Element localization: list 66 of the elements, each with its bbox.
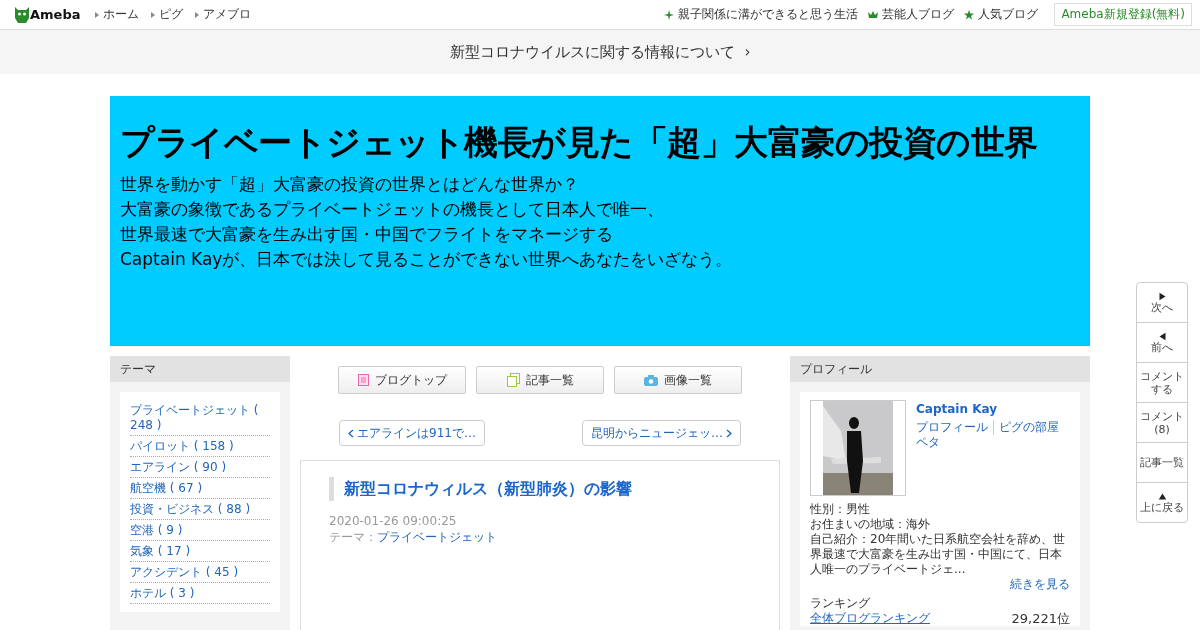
profile-intro: 自己紹介：20年間いた日系航空会社を辞め、世界最速で大富豪を生み出す国・中国にて、日本人唯一のプライベートジェ... (810, 532, 1067, 577)
top-link[interactable]: 芸能人ブログ (868, 6, 955, 23)
logo-icon (14, 5, 30, 24)
star-icon (964, 9, 975, 20)
theme-link[interactable]: ホテル ( 3 ) (130, 583, 270, 604)
blog-nav-button[interactable]: 画像一覧 (614, 366, 742, 394)
sparkle-icon (664, 9, 675, 20)
theme-link[interactable]: プライベートジェット ( 248 ) (130, 400, 270, 436)
article-title[interactable]: 新型コロナウィルス（新型肺炎）の影響 (329, 477, 751, 501)
logo-text[interactable]: Ameba (30, 7, 81, 22)
read-more-link[interactable]: 続きを見る (1010, 577, 1070, 592)
profile-gender: 性別：男性 (810, 502, 871, 517)
nav-link[interactable]: ピグ (150, 6, 183, 23)
profile-link[interactable]: ピグの部屋 (993, 420, 1059, 435)
side-nav-button[interactable]: 上に戻る (1137, 483, 1187, 522)
blog-nav-button[interactable]: 記事一覧 (476, 366, 604, 394)
pages-icon (506, 373, 520, 387)
top-link[interactable]: 人気ブログ (964, 6, 1039, 23)
ranking-heading: ランキング (810, 596, 871, 611)
blog-description: Captain Kayが、日本では決して見ることができない世界へあなたをいざなう。 (120, 248, 734, 271)
side-nav-button[interactable]: 記事一覧 (1137, 443, 1187, 483)
blog-nav-button[interactable]: ブログトップ (338, 366, 466, 394)
chevron-left-icon (348, 428, 354, 438)
side-nav-button[interactable]: 次へ (1137, 283, 1187, 323)
blog-description: 世界最速で大富豪を生み出す国・中国でフライトをマネージする (120, 223, 614, 246)
article-date: 2020-01-26 09:00:25 (329, 513, 458, 529)
right-triangle-icon (1157, 291, 1167, 301)
camera-icon (644, 374, 658, 386)
nav-link[interactable]: ホーム (94, 6, 139, 23)
side-nav-button[interactable]: コメント(8) (1137, 403, 1187, 443)
chevron-right-icon (726, 428, 732, 438)
profile-name[interactable]: Captain Kay (916, 402, 1059, 417)
ranking-value: 29,221位 (1011, 611, 1070, 626)
document-icon (357, 374, 369, 386)
theme-link[interactable]: エアライン ( 90 ) (130, 457, 270, 478)
theme-link[interactable]: 空港 ( 9 ) (130, 520, 270, 541)
profile-link[interactable]: ペタ (916, 435, 940, 449)
signup-button[interactable]: Ameba新規登録(無料) (1054, 3, 1192, 26)
theme-label: テーマ： (329, 530, 377, 544)
blog-description: 大富豪の象徴であるプライベートジェットの機長として日本人で唯一、 (120, 198, 665, 221)
blog-description: 世界を動かす「超」大富豪の投資の世界とはどんな世界か？ (120, 173, 580, 196)
nav-link[interactable]: アメブロ (194, 6, 251, 23)
top-link[interactable]: 親子関係に溝ができると思う生活 (664, 6, 859, 23)
profile-region: お住まいの地域：海外 (810, 517, 931, 532)
article-theme-link[interactable]: プライベートジェット (377, 530, 497, 544)
triangle-icon (150, 11, 155, 18)
triangle-icon (94, 11, 99, 18)
side-nav-button[interactable]: コメントする (1137, 363, 1187, 403)
theme-link[interactable]: 気象 ( 17 ) (130, 541, 270, 562)
notice-link[interactable]: 新型コロナウイルスに関する情報について › (0, 30, 1200, 74)
theme-link[interactable]: パイロット ( 158 ) (130, 436, 270, 457)
panel-heading: プロフィール (790, 356, 1090, 382)
blog-title: プライベートジェット機長が見た「超」大富豪の投資の世界 (120, 121, 1039, 164)
side-nav-button[interactable]: 前へ (1137, 323, 1187, 363)
up-triangle-icon (1157, 491, 1167, 501)
theme-link[interactable]: 航空機 ( 67 ) (130, 478, 270, 499)
profile-link[interactable]: プロフィール (916, 420, 988, 435)
theme-link[interactable]: アクシデント ( 45 ) (130, 562, 270, 583)
theme-link[interactable]: 投資・ビジネス ( 88 ) (130, 499, 270, 520)
ranking-link[interactable]: 全体ブログランキング (810, 611, 930, 626)
panel-heading: テーマ (110, 356, 290, 382)
next-entry-link[interactable]: 昆明からニュージェッ… (582, 420, 741, 446)
crown-icon (868, 10, 879, 19)
prev-entry-link[interactable]: エアラインは911で… (339, 420, 485, 446)
left-triangle-icon (1157, 331, 1167, 341)
triangle-icon (194, 11, 199, 18)
